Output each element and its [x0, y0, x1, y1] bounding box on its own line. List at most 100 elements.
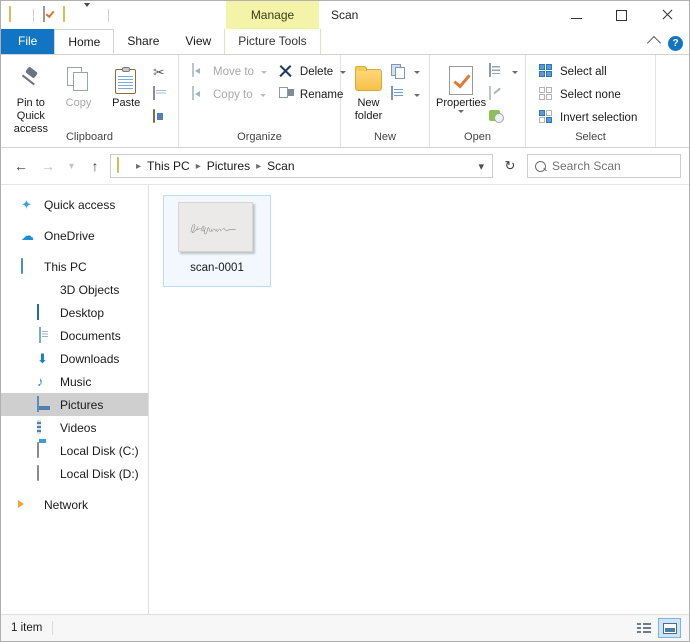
- sidebar-item-this-pc[interactable]: This PC: [1, 255, 148, 278]
- help-icon[interactable]: ?: [668, 36, 683, 51]
- status-bar: 1 item: [1, 614, 689, 641]
- rename-button[interactable]: Rename: [276, 85, 349, 105]
- title-bar: Manage Scan: [1, 1, 689, 29]
- new-folder-button[interactable]: New folder: [349, 59, 388, 123]
- sidebar-item-3d-objects[interactable]: 3D Objects: [1, 278, 148, 301]
- documents-icon: [37, 326, 53, 344]
- tab-view[interactable]: View: [172, 29, 224, 54]
- recent-locations-button[interactable]: ▾: [63, 154, 80, 178]
- thumbnail-wrapper: [178, 202, 256, 255]
- sidebar-item-local-disk-c[interactable]: Local Disk (C:): [1, 439, 148, 462]
- paste-button[interactable]: Paste: [102, 59, 150, 110]
- search-input[interactable]: Search Scan: [527, 154, 681, 178]
- breadcrumb-separator: ▸: [136, 160, 142, 172]
- refresh-button[interactable]: ↻: [496, 153, 524, 179]
- tab-file[interactable]: File: [1, 29, 55, 54]
- sidebar-item-onedrive[interactable]: ☁ OneDrive: [1, 224, 148, 247]
- paste-shortcut-button[interactable]: [150, 108, 172, 128]
- sidebar-item-documents[interactable]: Documents: [1, 324, 148, 347]
- sidebar-item-label: OneDrive: [44, 228, 95, 243]
- easy-access-button[interactable]: [388, 85, 423, 105]
- chevron-down-icon: [458, 110, 465, 113]
- details-view-icon: [636, 622, 651, 634]
- chevron-up-icon[interactable]: [646, 35, 662, 50]
- chevron-down-icon[interactable]: ▾: [478, 160, 488, 173]
- cloud-icon: ☁: [21, 227, 34, 243]
- cut-button[interactable]: ✂: [150, 62, 172, 82]
- maximize-button[interactable]: [599, 1, 644, 29]
- history-icon: [489, 110, 505, 126]
- copy-path-button[interactable]: [150, 85, 172, 105]
- select-none-button[interactable]: Select none: [536, 85, 640, 105]
- search-placeholder: Search Scan: [552, 159, 621, 173]
- chevron-down-icon[interactable]: [84, 3, 100, 23]
- tab-share[interactable]: Share: [114, 29, 172, 54]
- open-button[interactable]: [486, 62, 521, 82]
- forward-button[interactable]: →: [36, 154, 60, 178]
- sidebar-item-label: Downloads: [60, 351, 120, 366]
- breadcrumb-item-this-pc[interactable]: This PC: [144, 155, 193, 177]
- sidebar-item-music[interactable]: ♪ Music: [1, 370, 148, 393]
- breadcrumb-item-scan[interactable]: Scan: [264, 155, 297, 177]
- sidebar-item-pictures[interactable]: Pictures: [1, 393, 148, 416]
- ribbon-group-select: Select all Select none Invert selection: [526, 55, 656, 147]
- copy-button[interactable]: Copy: [55, 59, 103, 110]
- breadcrumb-separator: ▸: [195, 160, 201, 172]
- delete-label: Delete: [299, 66, 334, 78]
- ribbon-tab-strip: File Home Share View Picture Tools ?: [1, 29, 689, 55]
- music-note-icon: ♪: [37, 373, 44, 389]
- folder-icon[interactable]: [9, 6, 25, 23]
- sidebar-item-downloads[interactable]: ⬇ Downloads: [1, 347, 148, 370]
- sidebar-item-label: Local Disk (D:): [60, 466, 139, 481]
- up-button[interactable]: ↑: [83, 154, 107, 178]
- desktop-icon: [37, 303, 53, 321]
- group-label-clipboard: Clipboard: [65, 131, 114, 143]
- file-list-view[interactable]: scan-0001: [149, 185, 689, 614]
- copy-to-button[interactable]: Copy to: [189, 85, 270, 105]
- scissors-icon: ✂: [153, 64, 165, 80]
- new-folder-icon[interactable]: [63, 6, 79, 23]
- contextual-tab-group-label: Manage: [250, 8, 295, 22]
- sidebar-item-local-disk-d[interactable]: Local Disk (D:): [1, 462, 148, 485]
- details-view-button[interactable]: [632, 618, 655, 638]
- network-icon: [21, 497, 37, 513]
- ribbon-group-organize: Move to Copy to Delete Rename Organize: [179, 55, 347, 147]
- qat-divider-2: [108, 8, 109, 22]
- breadcrumb[interactable]: ▸ This PC ▸ Pictures ▸ Scan ▾: [110, 154, 493, 178]
- minimize-button[interactable]: [554, 1, 599, 29]
- large-icons-view-button[interactable]: [658, 618, 681, 638]
- select-none-icon: [539, 87, 555, 103]
- pin-to-quick-access-button[interactable]: Pin to Quick access: [7, 59, 55, 136]
- delete-button[interactable]: Delete: [276, 62, 349, 82]
- edit-button[interactable]: [486, 85, 521, 105]
- properties-label: Properties: [436, 97, 487, 109]
- list-item[interactable]: scan-0001: [163, 195, 271, 287]
- move-to-button[interactable]: Move to: [189, 62, 270, 82]
- properties-icon: [449, 63, 474, 97]
- pin-icon: [20, 63, 42, 97]
- properties-button[interactable]: Properties: [436, 59, 486, 113]
- new-item-button[interactable]: [388, 62, 423, 82]
- copy-to-label: Copy to: [213, 89, 253, 101]
- invert-selection-button[interactable]: Invert selection: [536, 108, 640, 128]
- tab-home[interactable]: Home: [54, 29, 115, 54]
- sidebar-item-desktop[interactable]: Desktop: [1, 301, 148, 324]
- sidebar-item-quick-access[interactable]: ✦ Quick access: [1, 193, 148, 216]
- group-label-organize: Organize: [237, 131, 282, 143]
- close-button[interactable]: [644, 1, 689, 29]
- select-all-button[interactable]: Select all: [536, 62, 640, 82]
- history-button[interactable]: [486, 108, 521, 128]
- quick-access-toolbar: [1, 1, 112, 29]
- breadcrumb-item-pictures[interactable]: Pictures: [204, 155, 253, 177]
- sidebar-item-label: Videos: [60, 420, 97, 435]
- tab-picture-tools[interactable]: Picture Tools: [224, 29, 321, 54]
- organize-col-1: Move to Copy to: [189, 59, 270, 105]
- sidebar-item-network[interactable]: Network: [1, 493, 148, 516]
- properties-icon[interactable]: [42, 6, 58, 23]
- easy-access-icon: [391, 86, 407, 103]
- copy-path-icon: [153, 86, 169, 103]
- drive-icon: [37, 464, 53, 482]
- sidebar-item-videos[interactable]: Videos: [1, 416, 148, 439]
- invert-selection-label: Invert selection: [560, 112, 638, 124]
- back-button[interactable]: ←: [9, 154, 33, 178]
